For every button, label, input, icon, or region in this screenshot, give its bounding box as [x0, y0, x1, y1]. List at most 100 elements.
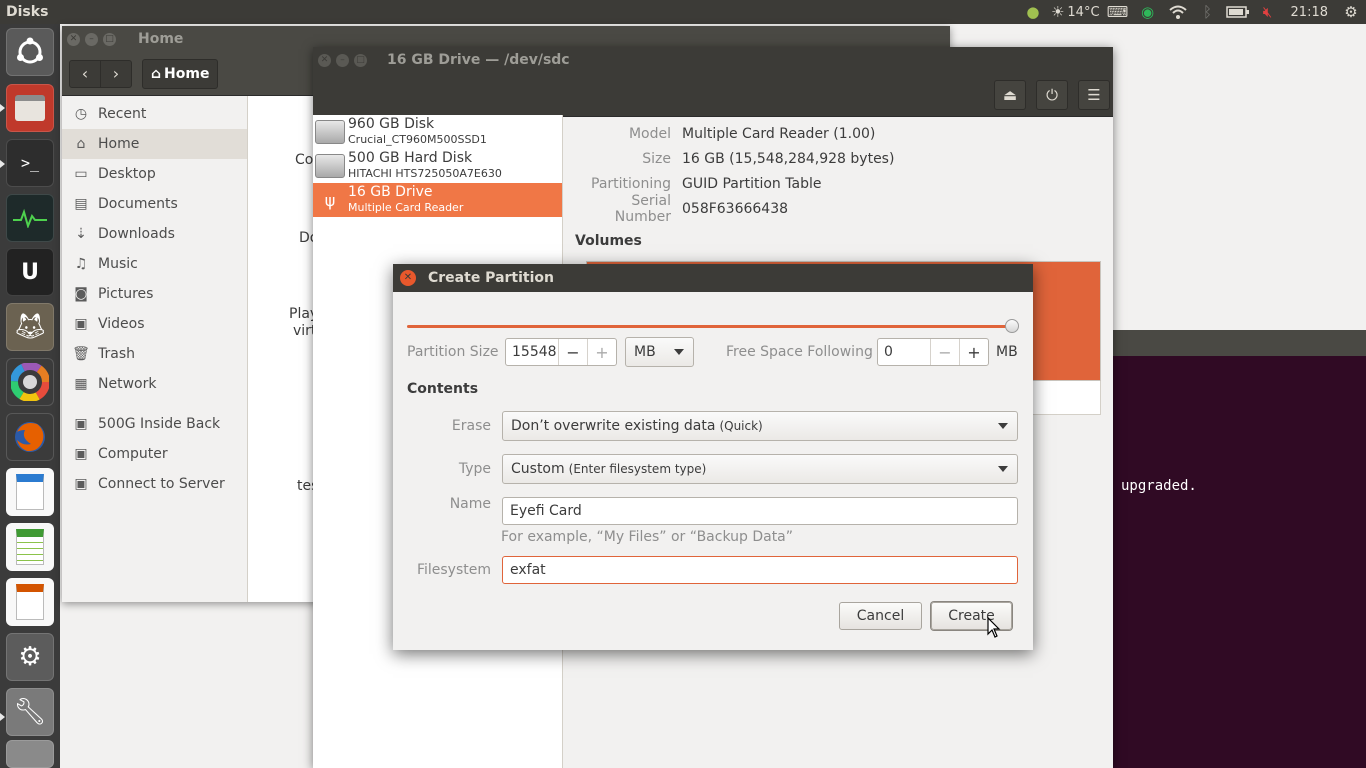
type-dropdown[interactable]: Custom (Enter filesystem type) [502, 454, 1018, 484]
info-value: Multiple Card Reader (1.00) [682, 125, 876, 142]
erase-dropdown[interactable]: Don’t overwrite existing data (Quick) [502, 411, 1018, 441]
back-button[interactable]: ‹ [69, 59, 101, 88]
disks-headerbar: ⏏ ⏻ ☰ [313, 73, 1113, 117]
partition-size-slider-handle[interactable] [1005, 319, 1019, 333]
free-space-value[interactable]: 0 [878, 339, 930, 365]
unreal-engine-launcher-icon[interactable]: U [6, 248, 54, 296]
clock[interactable]: 21:18 [1283, 0, 1336, 24]
drive-menu-button[interactable]: ☰ [1078, 80, 1110, 110]
info-value: GUID Partition Table [682, 175, 822, 192]
type-hint: (Enter filesystem type) [568, 462, 707, 476]
sidebar-item-label: Home [98, 136, 140, 152]
name-field[interactable]: Eyefi Card [502, 497, 1018, 525]
libreoffice-impress-launcher-icon[interactable] [6, 578, 54, 626]
sidebar-item-pictures[interactable]: ◙ Pictures [62, 279, 247, 309]
weather-fruit-icon[interactable]: ● [1018, 0, 1048, 24]
cancel-button[interactable]: Cancel [839, 602, 922, 630]
device-item-16gb[interactable]: ψ 16 GB Drive Multiple Card Reader [313, 183, 562, 217]
size-unit-dropdown[interactable]: MB [625, 337, 694, 367]
partition-size-spinner[interactable]: 15548 − + [505, 338, 617, 366]
sidebar-item-connect-to-server[interactable]: ▣ Connect to Server [62, 469, 247, 499]
device-item-500gb[interactable]: 500 GB Hard Disk HITACHI HTS725050A7E630 [313, 149, 562, 183]
libreoffice-writer-launcher-icon[interactable] [6, 468, 54, 516]
terminal-launcher-icon[interactable]: >_ [6, 139, 54, 187]
contents-heading: Contents [407, 381, 479, 397]
device-model: HITACHI HTS725050A7E630 [348, 167, 502, 180]
sidebar-item-music[interactable]: ♫ Music [62, 249, 247, 279]
info-key: Serial Number [614, 192, 671, 225]
minimize-icon[interactable]: – [85, 32, 98, 46]
path-home-button[interactable]: ⌂ Home [142, 58, 219, 89]
dash-home-button[interactable] [6, 28, 54, 76]
maximize-icon[interactable]: □ [103, 32, 116, 46]
sidebar-item-500g-inside-back[interactable]: ▣ 500G Inside Back [62, 409, 247, 439]
info-key: Partitioning [591, 175, 671, 192]
hard-disk-icon [315, 154, 345, 178]
partition-size-slider[interactable] [407, 325, 1011, 328]
info-row-size: Size 16 GB (15,548,284,928 bytes) [575, 146, 894, 171]
sidebar-item-label: 500G Inside Back [98, 416, 221, 432]
system-settings-launcher-icon[interactable]: ⚙ [6, 633, 54, 681]
dialog-title: Create Partition [428, 270, 554, 286]
free-space-following-label: Free Space Following [726, 344, 873, 360]
terminal-titlebar [1112, 330, 1366, 356]
minus-icon[interactable]: − [930, 339, 959, 365]
update-notifier-icon[interactable]: ◉ [1133, 0, 1163, 24]
close-icon[interactable]: ✕ [67, 32, 80, 46]
plus-icon[interactable]: + [587, 339, 616, 365]
partition-size-value[interactable]: 15548 [506, 339, 558, 365]
keyboard-icon[interactable]: ⌨ [1103, 0, 1133, 24]
forward-button[interactable]: › [100, 59, 132, 88]
sidebar-item-trash[interactable]: 🗑︎ Trash [62, 339, 247, 369]
folder-icon: ▭ [74, 166, 88, 182]
info-value: 058F63666438 [682, 200, 789, 217]
running-indicator [0, 160, 5, 168]
sidebar-item-downloads[interactable]: ⇣ Downloads [62, 219, 247, 249]
sidebar-item-computer[interactable]: ▣ Computer [62, 439, 247, 469]
name-label: Name [449, 496, 491, 512]
power-off-button[interactable]: ⏻ [1036, 80, 1068, 110]
sidebar-item-home[interactable]: ⌂ Home [62, 129, 247, 159]
close-icon[interactable]: ✕ [400, 270, 416, 286]
weather-indicator[interactable]: ☀ 14°C [1048, 0, 1103, 24]
usb-icon: ψ [324, 190, 336, 210]
info-row-model: Model Multiple Card Reader (1.00) [575, 121, 894, 146]
battery-icon[interactable] [1223, 0, 1253, 24]
sidebar-item-network[interactable]: ▦ Network [62, 369, 247, 399]
bluetooth-icon[interactable]: ᛒ [1193, 0, 1223, 24]
files-launcher-icon[interactable] [6, 84, 54, 132]
system-monitor-launcher-icon[interactable] [6, 194, 54, 242]
eject-button[interactable]: ⏏ [994, 80, 1026, 110]
video-icon: ▣ [74, 316, 88, 332]
device-item-960gb[interactable]: 960 GB Disk Crucial_CT960M500SSD1 [313, 115, 562, 149]
free-space-spinner[interactable]: 0 − + [877, 338, 989, 366]
home-icon: ⌂ [151, 65, 162, 82]
volume-muted-icon[interactable]: 🔇︎ [1253, 0, 1283, 24]
sidebar-item-videos[interactable]: ▣ Videos [62, 309, 247, 339]
wifi-icon[interactable] [1163, 0, 1193, 24]
sidebar-item-desktop[interactable]: ▭ Desktop [62, 159, 247, 189]
minus-icon[interactable]: − [558, 339, 587, 365]
removable-drive-launcher-icon[interactable] [6, 740, 54, 768]
sidebar-item-label: Desktop [98, 166, 156, 182]
libreoffice-calc-launcher-icon[interactable] [6, 523, 54, 571]
partition-size-label: Partition Size [407, 344, 499, 360]
file-label-fragment[interactable]: Co [295, 152, 313, 168]
sidebar-item-label: Videos [98, 316, 145, 332]
sidebar-item-documents[interactable]: ▤ Documents [62, 189, 247, 219]
disks-window-title: 16 GB Drive — /dev/sdc [387, 52, 570, 68]
close-icon[interactable]: ✕ [318, 53, 331, 67]
plus-icon[interactable]: + [959, 339, 988, 365]
color-picker-launcher-icon[interactable] [6, 358, 54, 406]
disks-launcher-icon[interactable]: 🔧︎ [6, 688, 54, 736]
chevron-left-icon: ‹ [81, 64, 89, 83]
sidebar-item-recent[interactable]: ◷ Recent [62, 99, 247, 129]
filesystem-field[interactable]: exfat [502, 556, 1018, 584]
gimp-launcher-icon[interactable]: 🦊︎ [6, 303, 54, 351]
firefox-launcher-icon[interactable] [6, 413, 54, 461]
minimize-icon[interactable]: – [336, 53, 349, 67]
info-row-serial-number: Serial Number 058F63666438 [575, 193, 894, 225]
session-gear-icon[interactable]: ⚙ [1336, 0, 1366, 24]
hamburger-menu-icon: ☰ [1087, 86, 1101, 104]
maximize-icon[interactable]: □ [354, 53, 367, 67]
